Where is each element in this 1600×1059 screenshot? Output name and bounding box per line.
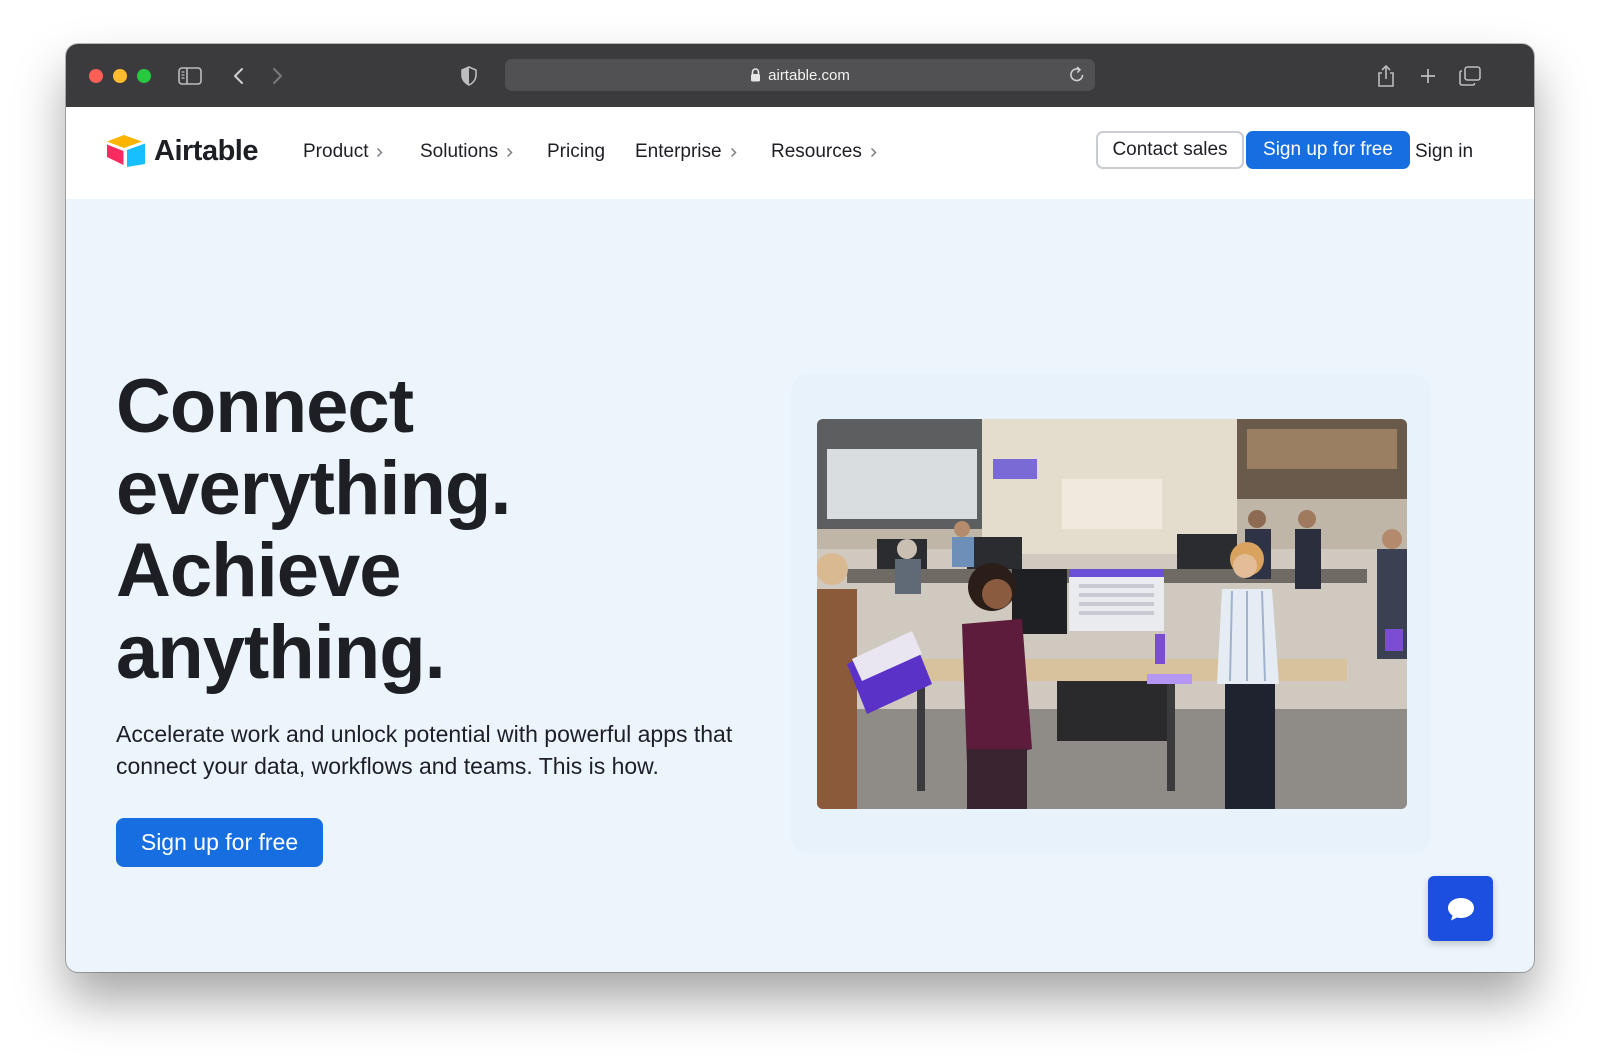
reload-icon[interactable] xyxy=(1069,66,1085,83)
chevron-right-icon xyxy=(870,147,877,158)
brand-name: Airtable xyxy=(154,134,258,167)
contact-sales-button[interactable]: Contact sales xyxy=(1096,131,1244,169)
nav-item-label: Enterprise xyxy=(635,141,722,162)
hero-title-line: Achieve xyxy=(116,528,402,613)
nav-item-solutions[interactable]: Solutions xyxy=(420,141,513,163)
chat-button[interactable] xyxy=(1428,876,1493,941)
forward-arrow-icon[interactable] xyxy=(264,62,292,90)
hero-subtitle: Accelerate work and unlock potential wit… xyxy=(116,721,733,779)
chevron-right-icon xyxy=(730,147,737,158)
nav-item-product[interactable]: Product xyxy=(303,141,384,163)
nav-item-label: Resources xyxy=(771,141,862,162)
zoom-window-button[interactable] xyxy=(137,69,151,83)
office-photo-illustration xyxy=(817,419,1407,809)
signup-button-hero[interactable]: Sign up for free xyxy=(116,818,323,867)
lock-icon xyxy=(750,68,761,82)
nav-item-pricing[interactable]: Pricing xyxy=(547,141,605,163)
nav-item-label: Solutions xyxy=(420,141,499,162)
site-header: Airtable Product Solutions Pricing Enter… xyxy=(66,107,1534,199)
url-text: airtable.com xyxy=(768,66,850,84)
signin-link[interactable]: Sign in xyxy=(1415,141,1473,163)
hero-title: Connect everything. Achieve anything. xyxy=(116,364,511,695)
hero-title-line: anything. xyxy=(116,610,446,695)
tabs-overview-icon[interactable] xyxy=(1456,62,1484,90)
nav-item-label: Product xyxy=(303,141,369,162)
airtable-logo-icon xyxy=(107,135,145,167)
minimize-window-button[interactable] xyxy=(113,69,127,83)
chat-bubble-icon xyxy=(1447,897,1474,920)
chevron-right-icon xyxy=(506,147,513,158)
airtable-logo[interactable]: Airtable xyxy=(106,134,258,168)
hero-title-line: everything. xyxy=(116,446,511,531)
office-photo xyxy=(817,419,1407,809)
new-tab-icon[interactable] xyxy=(1414,62,1442,90)
hero-title-line: Connect xyxy=(116,364,414,449)
address-bar[interactable]: airtable.com xyxy=(505,59,1095,91)
browser-window: airtable.com Airtable Product Solutions … xyxy=(66,44,1534,972)
chevron-right-icon xyxy=(376,147,384,158)
sidebar-icon[interactable] xyxy=(176,62,204,90)
nav-item-resources[interactable]: Resources xyxy=(771,141,877,163)
signup-button-header[interactable]: Sign up for free xyxy=(1246,131,1410,169)
back-arrow-icon[interactable] xyxy=(224,62,252,90)
shield-icon[interactable] xyxy=(455,62,483,90)
share-icon[interactable] xyxy=(1372,62,1400,90)
browser-toolbar: airtable.com xyxy=(66,44,1534,107)
nav-item-label: Pricing xyxy=(547,141,606,162)
nav-item-enterprise[interactable]: Enterprise xyxy=(635,141,737,163)
close-window-button[interactable] xyxy=(89,69,103,83)
